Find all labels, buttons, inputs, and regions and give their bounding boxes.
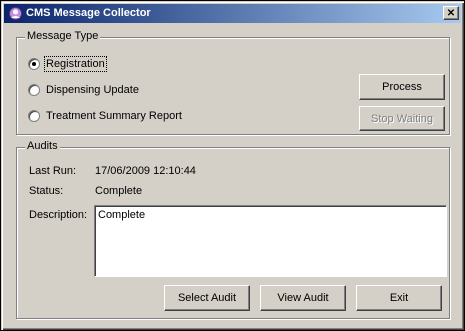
app-window: CMS Message Collector ✕ Message Type Reg… — [0, 0, 465, 331]
exit-button-label: Exit — [389, 292, 409, 304]
radio-dispensing-update-button[interactable] — [28, 84, 40, 96]
window-title: CMS Message Collector — [26, 7, 151, 19]
description-label: Description: — [29, 209, 88, 221]
select-audit-button[interactable]: Select Audit — [164, 285, 250, 311]
process-button-label: Process — [382, 81, 422, 93]
radio-dispensing-update[interactable]: Dispensing Update — [28, 82, 139, 98]
select-audit-button-label: Select Audit — [177, 292, 237, 304]
status-value: Complete — [95, 185, 143, 197]
radio-treatment-summary-button[interactable] — [28, 110, 40, 122]
stop-waiting-button[interactable]: Stop Waiting — [359, 106, 445, 131]
radio-treatment-summary[interactable]: Treatment Summary Report — [28, 108, 182, 124]
view-audit-button[interactable]: View Audit — [260, 285, 346, 311]
title-bar[interactable]: CMS Message Collector ✕ — [4, 4, 461, 23]
radio-registration[interactable]: Registration — [28, 56, 107, 72]
process-button[interactable]: Process — [359, 74, 445, 100]
stop-waiting-button-label: Stop Waiting — [371, 112, 433, 125]
last-run-value: 17/06/2009 12:10:44 — [95, 165, 196, 177]
status-label: Status: — [29, 185, 64, 197]
close-icon: ✕ — [446, 8, 456, 19]
audits-legend: Audits — [25, 140, 60, 152]
message-type-legend: Message Type — [25, 30, 101, 42]
description-field[interactable]: Complete — [94, 205, 447, 277]
radio-registration-label: Registration — [44, 56, 107, 72]
close-button[interactable]: ✕ — [443, 6, 459, 20]
radio-registration-button[interactable] — [28, 58, 40, 70]
view-audit-button-label: View Audit — [277, 292, 329, 304]
radio-treatment-summary-label: Treatment Summary Report — [46, 110, 182, 122]
last-run-label: Last Run: — [29, 165, 77, 177]
radio-dispensing-update-label: Dispensing Update — [46, 84, 139, 96]
app-icon — [9, 7, 22, 20]
exit-button[interactable]: Exit — [356, 285, 442, 311]
